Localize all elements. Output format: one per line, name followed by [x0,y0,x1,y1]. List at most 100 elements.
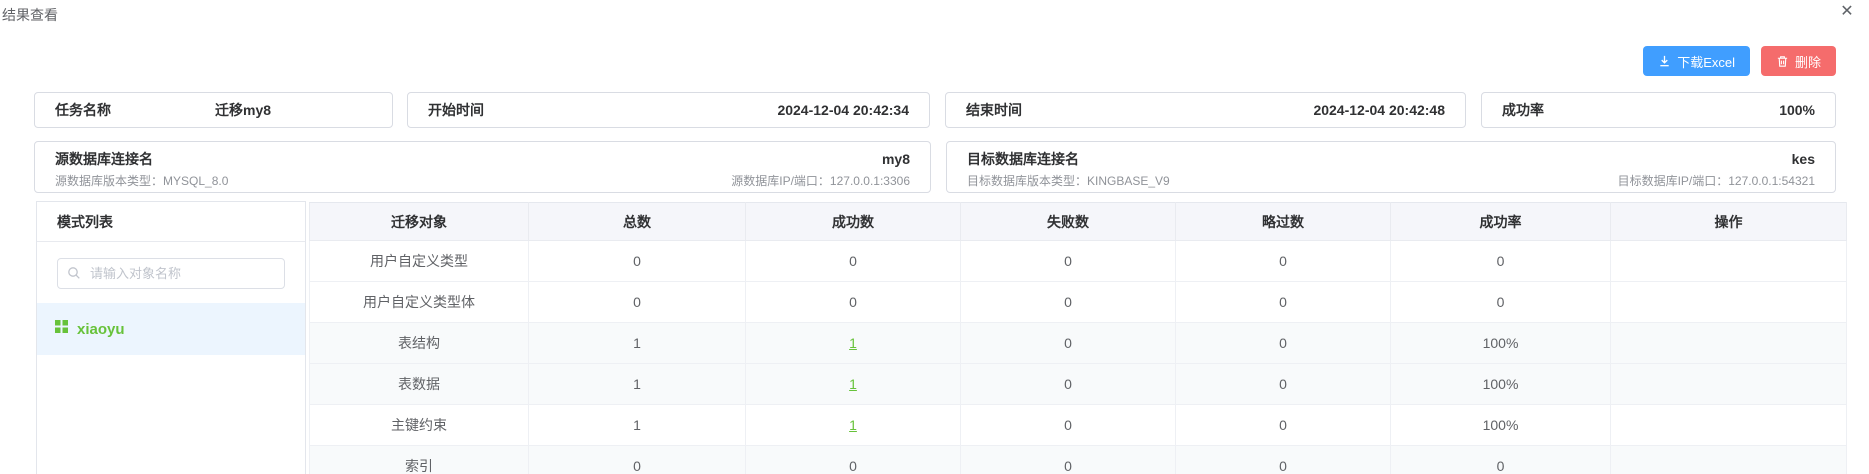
source-db-box: 源数据库连接名 my8 源数据库版本类型：MYSQL_8.0 源数据库IP/端口… [34,141,931,193]
close-icon[interactable]: ✕ [1836,1,1858,23]
success-rate-label: 成功率 [1502,100,1544,120]
schema-grid-icon [55,320,68,338]
table-row: 表结构1100100% [310,323,1847,364]
schema-sidebar: 模式列表 xiaoyu [36,201,306,474]
table-cell: 1 [746,323,961,364]
table-row: 用户自定义类型体00000 [310,282,1847,323]
table-cell: 0 [1176,364,1391,405]
migration-result-dialog: 结果查看 ✕ 下载Excel 删除 任务名称 迁移my8 开始时间 2024-1… [0,0,1869,474]
delete-label: 删除 [1795,52,1821,71]
table-header-row: 迁移对象总数成功数失败数略过数成功率操作 [310,203,1847,241]
table-cell: 0 [961,323,1176,364]
target-db-label: 目标数据库连接名 [967,149,1079,169]
start-time-box: 开始时间 2024-12-04 20:42:34 [407,92,930,128]
table-cell [1611,405,1847,446]
success-rate-box: 成功率 100% [1481,92,1836,128]
table-cell [1611,241,1847,282]
column-header: 迁移对象 [310,203,529,241]
success-count-link[interactable]: 1 [849,417,857,433]
table-row: 索引00000 [310,446,1847,474]
table-cell: 1 [529,364,746,405]
table-cell: 主键约束 [310,405,529,446]
target-db-name: kes [1792,151,1815,167]
table-cell: 索引 [310,446,529,474]
source-db-version: 源数据库版本类型：MYSQL_8.0 [55,172,228,189]
download-icon [1658,55,1671,68]
source-db-label: 源数据库连接名 [55,149,153,169]
column-header: 成功率 [1391,203,1611,241]
success-count-link[interactable]: 1 [849,376,857,392]
column-header: 失败数 [961,203,1176,241]
start-time-label: 开始时间 [428,100,484,120]
column-header: 总数 [529,203,746,241]
source-db-ip: 源数据库IP/端口：127.0.0.1:3306 [731,172,910,189]
schema-list: xiaoyu [37,303,305,355]
table-cell: 1 [529,405,746,446]
schema-item-xiaoyu[interactable]: xiaoyu [37,303,305,355]
table-cell: 0 [529,241,746,282]
task-name-box: 任务名称 迁移my8 [34,92,393,128]
table-cell: 100% [1391,323,1611,364]
column-header: 成功数 [746,203,961,241]
table-cell: 0 [961,446,1176,474]
table-cell: 0 [1391,446,1611,474]
start-time-value: 2024-12-04 20:42:34 [777,102,909,118]
table-cell [1611,446,1847,474]
end-time-box: 结束时间 2024-12-04 20:42:48 [945,92,1466,128]
table-cell: 0 [1176,282,1391,323]
table-cell: 用户自定义类型体 [310,282,529,323]
download-excel-button[interactable]: 下载Excel [1643,46,1750,76]
table-cell: 0 [1176,446,1391,474]
migration-result-table: 迁移对象总数成功数失败数略过数成功率操作 用户自定义类型00000用户自定义类型… [309,202,1847,474]
table-cell: 0 [529,446,746,474]
table-cell: 0 [1391,241,1611,282]
table-cell: 0 [746,282,961,323]
target-db-ip: 目标数据库IP/端口：127.0.0.1:54321 [1618,172,1815,189]
table-cell: 100% [1391,364,1611,405]
table-row: 用户自定义类型00000 [310,241,1847,282]
source-db-name: my8 [882,151,910,167]
table-cell: 100% [1391,405,1611,446]
table-row: 表数据1100100% [310,364,1847,405]
table-cell: 0 [961,364,1176,405]
table-cell: 0 [1391,282,1611,323]
table-cell: 表结构 [310,323,529,364]
table-cell: 表数据 [310,364,529,405]
target-db-version: 目标数据库版本类型：KINGBASE_V9 [967,172,1170,189]
trash-icon [1776,55,1789,68]
table-cell: 0 [1176,405,1391,446]
column-header: 操作 [1611,203,1847,241]
table-row: 主键约束1100100% [310,405,1847,446]
success-rate-value: 100% [1779,102,1815,118]
table-cell: 0 [1176,323,1391,364]
schema-list-title: 模式列表 [37,202,305,242]
object-search-input[interactable] [57,258,285,289]
table-cell: 0 [746,446,961,474]
success-count-link[interactable]: 1 [849,335,857,351]
table-cell: 0 [1176,241,1391,282]
table-cell: 0 [746,241,961,282]
table-cell [1611,282,1847,323]
toolbar: 下载Excel 删除 [1643,46,1836,76]
column-header: 略过数 [1176,203,1391,241]
table-cell: 1 [529,323,746,364]
table-cell: 0 [961,282,1176,323]
delete-button[interactable]: 删除 [1761,46,1836,76]
table-cell: 用户自定义类型 [310,241,529,282]
table-body: 用户自定义类型00000用户自定义类型体00000表结构1100100%表数据1… [310,241,1847,474]
table-cell [1611,323,1847,364]
end-time-label: 结束时间 [966,100,1022,120]
task-name-value: 迁移my8 [215,100,271,120]
schema-item-label: xiaoyu [77,321,125,338]
object-search [57,258,285,289]
table-cell: 0 [961,405,1176,446]
end-time-value: 2024-12-04 20:42:48 [1313,102,1445,118]
table-cell: 0 [961,241,1176,282]
search-icon [67,266,81,285]
target-db-box: 目标数据库连接名 kes 目标数据库版本类型：KINGBASE_V9 目标数据库… [946,141,1836,193]
page-title: 结果查看 [2,5,58,25]
table-cell [1611,364,1847,405]
task-name-label: 任务名称 [55,100,215,120]
table-cell: 1 [746,364,961,405]
table-cell: 1 [746,405,961,446]
